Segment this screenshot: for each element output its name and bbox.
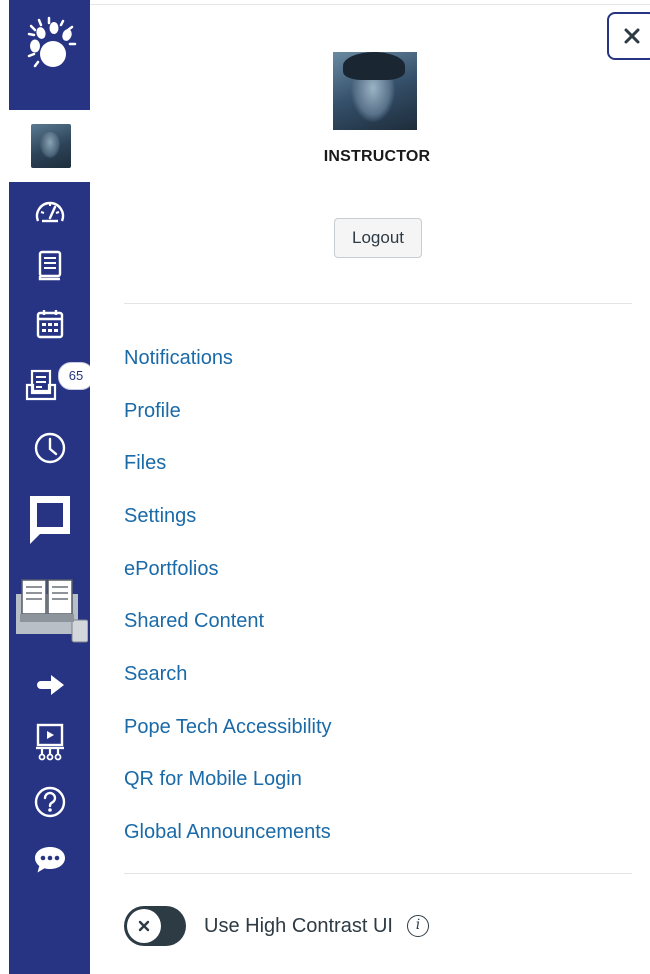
menu-item-notifications: Notifications (124, 332, 332, 385)
courses-nav-button[interactable] (9, 246, 90, 286)
inbox-icon (25, 369, 56, 401)
menu-item-search: Search (124, 648, 332, 701)
avatar (31, 124, 71, 168)
tray-top-border (90, 4, 650, 5)
paw-logo-icon (27, 16, 77, 68)
user-display-name: INSTRUCTOR (323, 148, 431, 165)
studio-icon (35, 723, 64, 761)
menu-item-qr-login: QR for Mobile Login (124, 754, 332, 807)
high-contrast-row: Use High Contrast UI i (124, 906, 429, 946)
help-icon (34, 786, 65, 818)
divider (124, 873, 632, 874)
menu-item-files: Files (124, 437, 332, 490)
close-icon (624, 28, 640, 44)
courses-icon (38, 250, 61, 281)
notifications-link[interactable]: Notifications (124, 347, 233, 370)
commons-nav-button[interactable] (9, 666, 90, 704)
account-tray: INSTRUCTOR Logout Notifications Profile … (90, 0, 650, 974)
calendar-icon (36, 310, 63, 339)
profile-avatar (333, 52, 417, 130)
account-menu: Notifications Profile Files Settings ePo… (124, 332, 332, 859)
inbox-nav-button[interactable]: 65 (9, 362, 94, 408)
shared-content-link[interactable]: Shared Content (124, 610, 264, 633)
divider (124, 303, 632, 304)
history-icon (34, 432, 65, 464)
inbox-unread-badge: 65 (58, 362, 94, 390)
x-icon (138, 920, 150, 932)
menu-item-global-announcements: Global Announcements (124, 806, 332, 859)
high-contrast-toggle[interactable] (124, 906, 186, 946)
menu-item-eportfolios: ePortfolios (124, 543, 332, 596)
menu-item-profile: Profile (124, 385, 332, 438)
high-contrast-label: Use High Contrast UI (204, 914, 393, 937)
dashboard-icon (35, 201, 64, 223)
library-nav-button[interactable] (9, 572, 90, 644)
studio-nav-button[interactable] (9, 720, 90, 764)
help-nav-button[interactable] (9, 782, 90, 822)
info-icon[interactable]: i (406, 915, 429, 937)
account-nav-button[interactable] (9, 110, 90, 182)
pope-tech-accessibility-link[interactable]: Pope Tech Accessibility (124, 716, 332, 739)
profile-link[interactable]: Profile (124, 400, 181, 423)
search-link[interactable]: Search (124, 663, 187, 686)
menu-item-shared-content: Shared Content (124, 595, 332, 648)
dashboard-nav-button[interactable] (9, 190, 90, 232)
feedback-icon (34, 847, 65, 873)
chat-icon (29, 496, 70, 544)
global-announcements-link[interactable]: Global Announcements (124, 821, 331, 844)
files-link[interactable]: Files (124, 452, 166, 475)
logout-button[interactable]: Logout (334, 218, 422, 258)
qr-mobile-login-link[interactable]: QR for Mobile Login (124, 768, 302, 791)
feedback-nav-button[interactable] (9, 840, 90, 880)
history-nav-button[interactable] (9, 428, 90, 468)
chat-nav-button[interactable] (9, 490, 90, 550)
menu-item-settings: Settings (124, 490, 332, 543)
settings-link[interactable]: Settings (124, 505, 196, 528)
library-icon (15, 579, 88, 643)
institution-logo[interactable] (9, 4, 90, 86)
commons-icon (36, 675, 64, 695)
calendar-nav-button[interactable] (9, 304, 90, 344)
toggle-knob (127, 909, 161, 943)
global-nav: 65 (9, 0, 94, 974)
eportfolios-link[interactable]: ePortfolios (124, 558, 219, 581)
close-tray-button[interactable] (607, 12, 650, 60)
menu-item-pope-tech: Pope Tech Accessibility (124, 701, 332, 754)
